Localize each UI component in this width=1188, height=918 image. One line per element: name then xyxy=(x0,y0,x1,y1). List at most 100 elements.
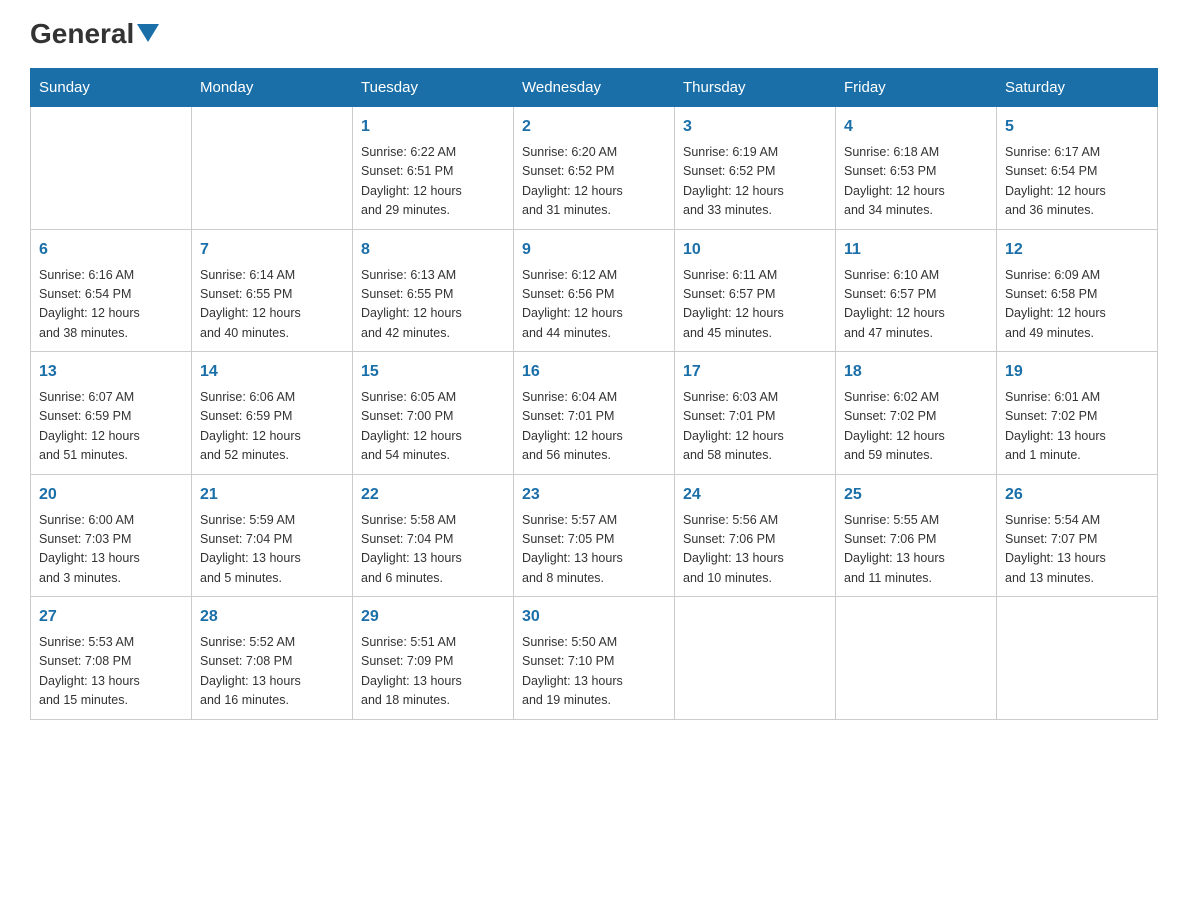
day-number: 5 xyxy=(1005,115,1149,139)
day-number: 9 xyxy=(522,238,666,262)
calendar-cell: 27 Sunrise: 5:53 AM Sunset: 7:08 PM Dayli… xyxy=(31,597,192,720)
calendar-cell: 19 Sunrise: 6:01 AM Sunset: 7:02 PM Dayli… xyxy=(997,352,1158,475)
day-info: Sunrise: 5:57 AM Sunset: 7:05 PM Dayligh… xyxy=(522,511,666,589)
day-info: Sunrise: 5:53 AM Sunset: 7:08 PM Dayligh… xyxy=(39,633,183,711)
day-number: 17 xyxy=(683,360,827,384)
calendar-cell xyxy=(675,597,836,720)
calendar-cell: 22 Sunrise: 5:58 AM Sunset: 7:04 PM Dayli… xyxy=(353,474,514,597)
calendar-cell: 3 Sunrise: 6:19 AM Sunset: 6:52 PM Daylig… xyxy=(675,107,836,230)
calendar-cell xyxy=(997,597,1158,720)
calendar-cell: 5 Sunrise: 6:17 AM Sunset: 6:54 PM Daylig… xyxy=(997,107,1158,230)
day-number: 14 xyxy=(200,360,344,384)
calendar-week-row: 20Sunrise: 6:00 AM Sunset: 7:03 PM Dayli… xyxy=(31,474,1158,597)
calendar-cell: 12 Sunrise: 6:09 AM Sunset: 6:58 PM Dayli… xyxy=(997,229,1158,352)
day-info: Sunrise: 6:07 AM Sunset: 6:59 PM Dayligh… xyxy=(39,388,183,466)
day-number: 8 xyxy=(361,238,505,262)
day-info: Sunrise: 5:52 AM Sunset: 7:08 PM Dayligh… xyxy=(200,633,344,711)
day-info: Sunrise: 5:51 AM Sunset: 7:09 PM Dayligh… xyxy=(361,633,505,711)
weekday-header-thursday: Thursday xyxy=(675,69,836,107)
day-info: Sunrise: 6:06 AM Sunset: 6:59 PM Dayligh… xyxy=(200,388,344,466)
calendar-table: SundayMondayTuesdayWednesdayThursdayFrid… xyxy=(30,68,1158,720)
calendar-week-row: 13 Sunrise: 6:07 AM Sunset: 6:59 PM Dayli… xyxy=(31,352,1158,475)
weekday-header-monday: Monday xyxy=(192,69,353,107)
calendar-cell: 9 Sunrise: 6:12 AM Sunset: 6:56 PM Daylig… xyxy=(514,229,675,352)
day-number: 22 xyxy=(361,483,505,507)
calendar-week-row: 27 Sunrise: 5:53 AM Sunset: 7:08 PM Dayli… xyxy=(31,597,1158,720)
day-info: Sunrise: 5:58 AM Sunset: 7:04 PM Dayligh… xyxy=(361,511,505,589)
day-info: Sunrise: 6:22 AM Sunset: 6:51 PM Dayligh… xyxy=(361,143,505,221)
logo-triangle-icon xyxy=(137,24,159,42)
weekday-header-wednesday: Wednesday xyxy=(514,69,675,107)
calendar-cell: 28 Sunrise: 5:52 AM Sunset: 7:08 PM Dayli… xyxy=(192,597,353,720)
day-info: Sunrise: 6:13 AM Sunset: 6:55 PM Dayligh… xyxy=(361,266,505,344)
weekday-header-friday: Friday xyxy=(836,69,997,107)
calendar-cell: 17 Sunrise: 6:03 AM Sunset: 7:01 PM Dayli… xyxy=(675,352,836,475)
day-number: 6 xyxy=(39,238,183,262)
day-info: Sunrise: 5:59 AM Sunset: 7:04 PM Dayligh… xyxy=(200,511,344,589)
day-info: Sunrise: 6:09 AM Sunset: 6:58 PM Dayligh… xyxy=(1005,266,1149,344)
page-header: General xyxy=(30,20,1158,50)
day-info: Sunrise: 6:18 AM Sunset: 6:53 PM Dayligh… xyxy=(844,143,988,221)
day-number: 13 xyxy=(39,360,183,384)
day-number: 18 xyxy=(844,360,988,384)
calendar-cell: 8 Sunrise: 6:13 AM Sunset: 6:55 PM Daylig… xyxy=(353,229,514,352)
calendar-cell: 26 Sunrise: 5:54 AM Sunset: 7:07 PM Dayli… xyxy=(997,474,1158,597)
day-info: Sunrise: 6:20 AM Sunset: 6:52 PM Dayligh… xyxy=(522,143,666,221)
day-number: 21 xyxy=(200,483,344,507)
calendar-cell: 14 Sunrise: 6:06 AM Sunset: 6:59 PM Dayli… xyxy=(192,352,353,475)
day-number: 29 xyxy=(361,605,505,629)
calendar-week-row: 6 Sunrise: 6:16 AM Sunset: 6:54 PM Daylig… xyxy=(31,229,1158,352)
day-number: 15 xyxy=(361,360,505,384)
calendar-cell: 23 Sunrise: 5:57 AM Sunset: 7:05 PM Dayli… xyxy=(514,474,675,597)
day-info: Sunrise: 6:19 AM Sunset: 6:52 PM Dayligh… xyxy=(683,143,827,221)
day-info: Sunrise: 6:04 AM Sunset: 7:01 PM Dayligh… xyxy=(522,388,666,466)
calendar-cell: 20Sunrise: 6:00 AM Sunset: 7:03 PM Dayli… xyxy=(31,474,192,597)
day-info: Sunrise: 6:14 AM Sunset: 6:55 PM Dayligh… xyxy=(200,266,344,344)
day-number: 24 xyxy=(683,483,827,507)
day-info: Sunrise: 6:01 AM Sunset: 7:02 PM Dayligh… xyxy=(1005,388,1149,466)
calendar-cell: 2 Sunrise: 6:20 AM Sunset: 6:52 PM Daylig… xyxy=(514,107,675,230)
calendar-cell: 7 Sunrise: 6:14 AM Sunset: 6:55 PM Daylig… xyxy=(192,229,353,352)
day-info: Sunrise: 6:16 AM Sunset: 6:54 PM Dayligh… xyxy=(39,266,183,344)
weekday-header-sunday: Sunday xyxy=(31,69,192,107)
day-number: 27 xyxy=(39,605,183,629)
weekday-header-saturday: Saturday xyxy=(997,69,1158,107)
calendar-cell xyxy=(31,107,192,230)
calendar-cell: 15 Sunrise: 6:05 AM Sunset: 7:00 PM Dayli… xyxy=(353,352,514,475)
day-number: 19 xyxy=(1005,360,1149,384)
day-number: 4 xyxy=(844,115,988,139)
calendar-cell: 21 Sunrise: 5:59 AM Sunset: 7:04 PM Dayli… xyxy=(192,474,353,597)
logo: General xyxy=(30,20,159,50)
day-number: 12 xyxy=(1005,238,1149,262)
day-info: Sunrise: 5:56 AM Sunset: 7:06 PM Dayligh… xyxy=(683,511,827,589)
day-number: 10 xyxy=(683,238,827,262)
day-info: Sunrise: 6:02 AM Sunset: 7:02 PM Dayligh… xyxy=(844,388,988,466)
logo-general: General xyxy=(30,20,134,48)
day-info: Sunrise: 5:54 AM Sunset: 7:07 PM Dayligh… xyxy=(1005,511,1149,589)
day-number: 28 xyxy=(200,605,344,629)
calendar-header-row: SundayMondayTuesdayWednesdayThursdayFrid… xyxy=(31,69,1158,107)
day-number: 2 xyxy=(522,115,666,139)
calendar-cell: 18 Sunrise: 6:02 AM Sunset: 7:02 PM Dayli… xyxy=(836,352,997,475)
day-number: 3 xyxy=(683,115,827,139)
day-number: 23 xyxy=(522,483,666,507)
day-number: 7 xyxy=(200,238,344,262)
calendar-cell: 6 Sunrise: 6:16 AM Sunset: 6:54 PM Daylig… xyxy=(31,229,192,352)
calendar-cell: 4 Sunrise: 6:18 AM Sunset: 6:53 PM Daylig… xyxy=(836,107,997,230)
calendar-cell: 30Sunrise: 5:50 AM Sunset: 7:10 PM Dayli… xyxy=(514,597,675,720)
calendar-cell: 1Sunrise: 6:22 AM Sunset: 6:51 PM Daylig… xyxy=(353,107,514,230)
calendar-cell: 13 Sunrise: 6:07 AM Sunset: 6:59 PM Dayli… xyxy=(31,352,192,475)
calendar-cell xyxy=(192,107,353,230)
calendar-cell: 11Sunrise: 6:10 AM Sunset: 6:57 PM Dayli… xyxy=(836,229,997,352)
calendar-cell xyxy=(836,597,997,720)
day-info: Sunrise: 5:50 AM Sunset: 7:10 PM Dayligh… xyxy=(522,633,666,711)
day-info: Sunrise: 6:17 AM Sunset: 6:54 PM Dayligh… xyxy=(1005,143,1149,221)
day-info: Sunrise: 6:03 AM Sunset: 7:01 PM Dayligh… xyxy=(683,388,827,466)
day-number: 26 xyxy=(1005,483,1149,507)
weekday-header-tuesday: Tuesday xyxy=(353,69,514,107)
day-info: Sunrise: 6:05 AM Sunset: 7:00 PM Dayligh… xyxy=(361,388,505,466)
calendar-cell: 29 Sunrise: 5:51 AM Sunset: 7:09 PM Dayli… xyxy=(353,597,514,720)
calendar-week-row: 1Sunrise: 6:22 AM Sunset: 6:51 PM Daylig… xyxy=(31,107,1158,230)
day-info: Sunrise: 6:12 AM Sunset: 6:56 PM Dayligh… xyxy=(522,266,666,344)
day-info: Sunrise: 6:11 AM Sunset: 6:57 PM Dayligh… xyxy=(683,266,827,344)
